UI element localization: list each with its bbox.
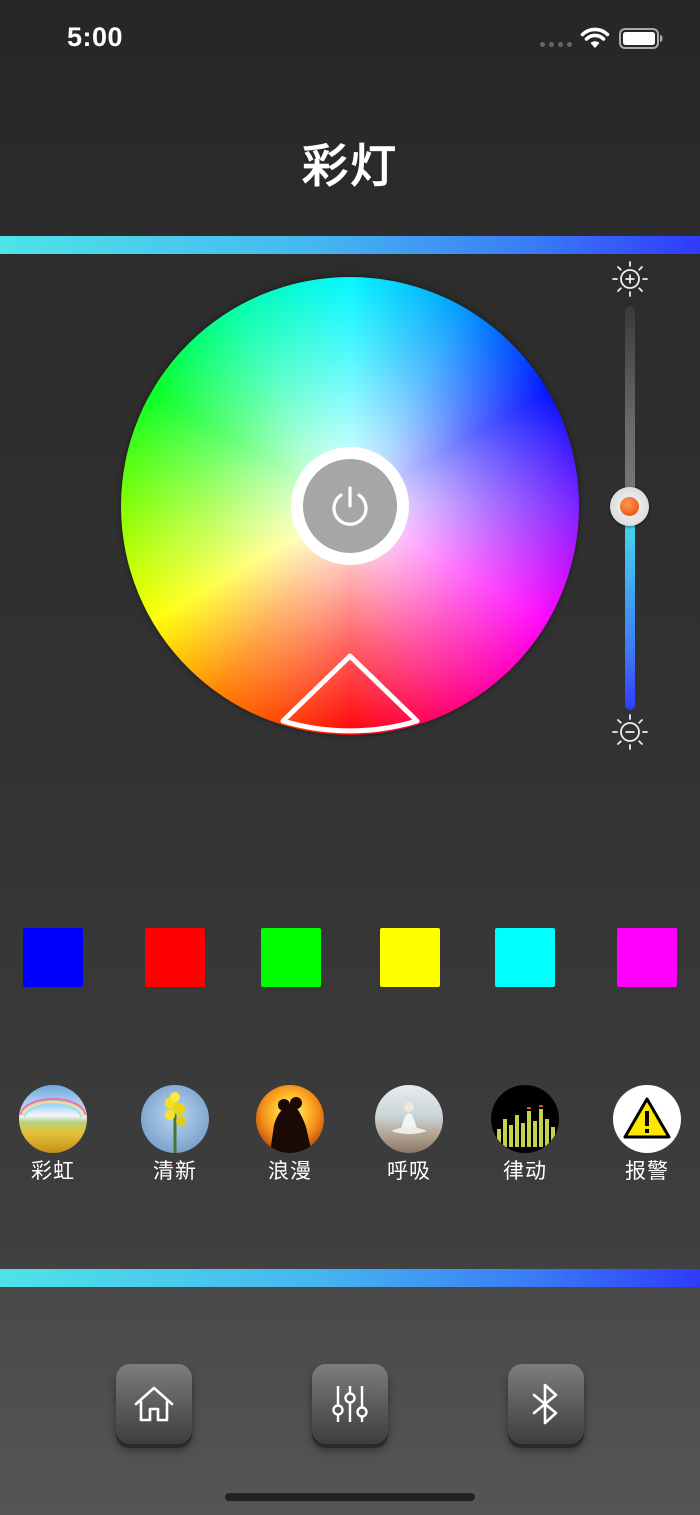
mode-rainbow[interactable]: 彩虹: [11, 1085, 95, 1185]
color-selector-icon[interactable]: [121, 277, 579, 735]
slider-track-lower[interactable]: [625, 506, 635, 710]
swatch-green[interactable]: [261, 928, 321, 987]
brightness-down-icon[interactable]: [611, 713, 649, 751]
page-title: 彩灯: [302, 139, 398, 193]
swatch-cyan[interactable]: [495, 928, 555, 987]
couple-sunset-icon: [256, 1085, 324, 1153]
warning-icon: [613, 1085, 681, 1153]
meditation-icon: [375, 1085, 443, 1153]
battery-icon: [619, 28, 663, 49]
mode-rhythm[interactable]: 律动: [483, 1085, 567, 1185]
cellular-signal-icon: [540, 42, 572, 47]
equalizer-icon: [491, 1085, 559, 1153]
mode-breath[interactable]: 呼吸: [367, 1085, 451, 1185]
mode-label: 浪漫: [268, 1159, 312, 1183]
settings-button[interactable]: [312, 1364, 388, 1444]
mode-label: 律动: [503, 1159, 547, 1183]
mode-romance[interactable]: 浪漫: [248, 1085, 332, 1185]
top-gradient-bar: [0, 236, 700, 254]
rainbow-scene-icon: [19, 1085, 87, 1153]
swatch-yellow[interactable]: [380, 928, 440, 987]
home-button[interactable]: [116, 1364, 192, 1444]
home-icon: [134, 1386, 174, 1422]
mode-label: 清新: [153, 1159, 197, 1183]
rapeseed-flower-icon: [141, 1085, 209, 1153]
mode-alarm[interactable]: 报警: [605, 1085, 689, 1185]
bottom-gradient-bar: [0, 1269, 700, 1287]
swatch-blue[interactable]: [23, 928, 83, 987]
bluetooth-icon: [532, 1383, 558, 1425]
mode-fresh[interactable]: 清新: [133, 1085, 217, 1185]
swatch-red[interactable]: [145, 928, 205, 987]
color-wheel-container: [121, 277, 579, 735]
home-indicator: [225, 1493, 475, 1501]
brightness-slider[interactable]: [605, 260, 655, 755]
wifi-icon: [580, 27, 610, 48]
swatch-magenta[interactable]: [617, 928, 677, 987]
mode-label: 彩虹: [31, 1159, 75, 1183]
slider-thumb[interactable]: [610, 487, 649, 526]
status-time: 5:00: [67, 22, 124, 52]
slider-track-upper[interactable]: [625, 306, 635, 506]
bluetooth-button[interactable]: [508, 1364, 584, 1444]
mode-label: 呼吸: [387, 1159, 431, 1183]
status-bar: 5:00: [0, 0, 700, 80]
sliders-icon: [332, 1386, 368, 1422]
brightness-up-icon[interactable]: [611, 260, 649, 298]
mode-label: 报警: [625, 1159, 669, 1183]
